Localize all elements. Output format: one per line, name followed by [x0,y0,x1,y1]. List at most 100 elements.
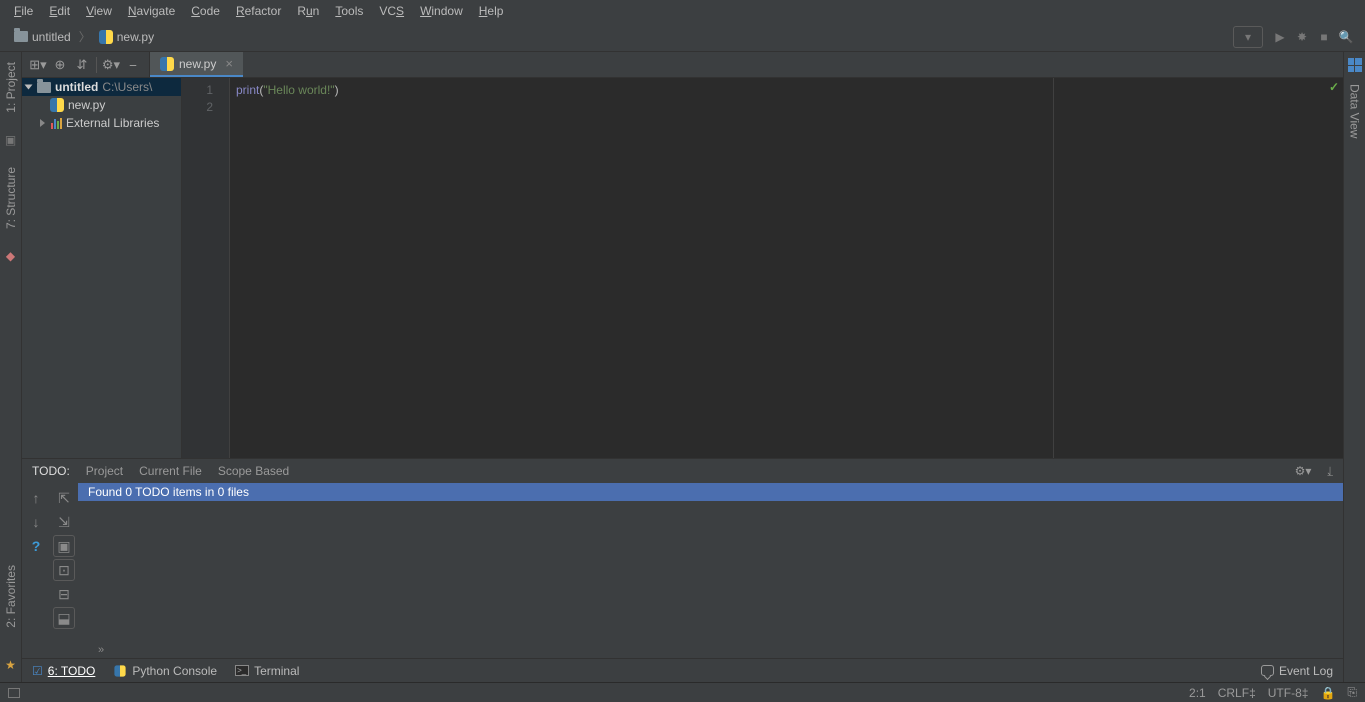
token-paren: ) [335,83,339,97]
run-config-combo[interactable]: ▾ [1233,26,1263,48]
status-toggle-icon[interactable] [8,688,20,698]
inspection-ok-icon[interactable]: ✓ [1329,80,1339,94]
editor-right-margin: ✓ [1053,78,1343,458]
todo-autoscroll-button[interactable]: ▣ [53,535,75,557]
settings-gear-button[interactable]: ⚙▾ [101,55,121,75]
todo-label: TODO: [32,464,70,478]
project-tree[interactable]: untitled C:\Users\ new.py External Libra… [22,78,182,458]
todo-body: ↑ ⇱ ↓ ⇲ ? ▣ ⊡ [22,483,1343,658]
python-file-icon [160,57,174,71]
data-view-icon[interactable] [1348,58,1362,72]
main-area: 1: Project ▣ 7: Structure ◆ 2: Favorites… [0,52,1365,682]
lock-icon[interactable]: 🔒 [1320,686,1335,700]
editor-tab-label: new.py [179,57,216,71]
search-everywhere-button[interactable]: 🔍 [1335,26,1357,48]
todo-modules-button[interactable]: ⊟ [53,583,75,605]
toolwindow-data-view[interactable]: Data View [1348,84,1362,138]
cursor-position[interactable]: 2:1 [1189,686,1206,700]
menu-vcs[interactable]: VCS [371,2,412,20]
folder-icon [37,82,51,93]
menu-code[interactable]: Code [183,2,228,20]
code-area[interactable]: print("Hello world!") [230,78,1053,458]
close-tab-icon[interactable]: × [225,56,233,71]
todo-more-indicator[interactable]: » [78,644,1343,658]
event-log-label: Event Log [1279,664,1333,678]
toolwindow-python-console[interactable]: Python Console [113,664,217,678]
toolwindow-structure[interactable]: 7: Structure [4,167,18,229]
line-number: 2 [182,99,213,116]
todo-tab-row: TODO: Project Current File Scope Based ⚙… [22,459,1343,483]
left-tool-stripe: 1: Project ▣ 7: Structure ◆ 2: Favorites… [0,52,22,682]
editor-tab-row: ⊞▾ ⊕ ⇵ ⚙▾ ⎯ new.py × [22,52,1343,78]
toolwindow-project[interactable]: 1: Project [4,62,18,113]
menu-file[interactable]: File [6,2,41,20]
toolwindow-todo[interactable]: ☑ 6: TODO [32,664,95,678]
file-encoding[interactable]: UTF-8‡ [1268,686,1309,700]
line-separator[interactable]: CRLF‡ [1218,686,1256,700]
menu-help[interactable]: Help [471,2,512,20]
todo-tab-project[interactable]: Project [86,464,123,478]
project-view-combo[interactable]: ⊞▾ [28,55,48,75]
todo-next-button[interactable]: ↓ [25,511,47,533]
status-bar: 2:1 CRLF‡ UTF-8‡ 🔒 ⎘ [0,682,1365,702]
menu-bar: File Edit View Navigate Code Refactor Ru… [0,0,1365,22]
todo-panel: TODO: Project Current File Scope Based ⚙… [22,458,1343,658]
menu-navigate[interactable]: Navigate [120,2,183,20]
menu-edit[interactable]: Edit [41,2,78,20]
todo-group-button[interactable]: ⊡ [53,559,75,581]
todo-expand-button[interactable]: ⇱ [53,487,75,509]
hide-button[interactable]: ⎯ [123,55,143,75]
bottom-tool-bar: ☑ 6: TODO Python Console >_ Terminal Eve… [22,658,1343,682]
todo-tab-current-file[interactable]: Current File [139,464,202,478]
editor-tab-new-py[interactable]: new.py × [150,52,243,77]
structure-icon: ◆ [6,249,15,263]
toolwindow-favorites[interactable]: 2: Favorites [4,565,18,628]
menu-refactor[interactable]: Refactor [228,2,289,20]
todo-settings-gear[interactable]: ⚙▾ [1295,464,1312,478]
run-button[interactable]: ▶ [1269,26,1291,48]
collapse-button[interactable]: ⇵ [72,55,92,75]
debug-button[interactable]: ✸ [1291,26,1313,48]
breadcrumb-project[interactable]: untitled [8,28,77,46]
python-icon [115,665,126,676]
context-icon[interactable]: ⎘ [1347,685,1357,700]
todo-tab-scope[interactable]: Scope Based [218,464,289,478]
tree-external-libraries[interactable]: External Libraries [22,114,181,132]
collapse-icon[interactable] [40,119,45,127]
center-column: ⊞▾ ⊕ ⇵ ⚙▾ ⎯ new.py × untitled C:\Users\ [22,52,1343,682]
breadcrumb-file[interactable]: new.py [93,28,160,46]
folder-icon [14,31,28,42]
code-editor[interactable]: 1 2 print("Hello world!") ✓ [182,78,1343,458]
toolwindow-terminal[interactable]: >_ Terminal [235,664,299,678]
todo-content: Found 0 TODO items in 0 files » [78,483,1343,658]
todo-help-button[interactable]: ? [25,535,47,557]
menu-run[interactable]: Run [289,2,327,20]
tree-root-label: untitled [55,80,98,94]
tree-root-path: C:\Users\ [102,80,152,94]
toolwindow-terminal-label: Terminal [254,664,299,678]
event-log-button[interactable]: Event Log [1261,664,1333,678]
locate-button[interactable]: ⊕ [50,55,70,75]
expand-icon[interactable] [25,85,33,90]
todo-result-row[interactable]: Found 0 TODO items in 0 files [78,483,1343,501]
todo-hide-button[interactable]: ⥙ [1327,464,1333,479]
tree-root[interactable]: untitled C:\Users\ [22,78,181,96]
todo-preview-button[interactable]: ⬓ [53,607,75,629]
todo-collapse-button[interactable]: ⇲ [53,511,75,533]
todo-empty-area [78,501,1343,644]
todo-sidebar: ↑ ⇱ ↓ ⇲ ? ▣ ⊡ [22,483,78,658]
tree-file-new-py[interactable]: new.py [22,96,181,114]
toolbar-divider [96,57,97,73]
toolwindow-todo-label: 6: TODO [48,664,96,678]
token-builtin: print [236,83,259,97]
tree-file-label: new.py [68,98,105,112]
star-icon: ★ [5,658,16,672]
project-icon: ▣ [5,133,16,147]
menu-view[interactable]: View [78,2,120,20]
menu-tools[interactable]: Tools [327,2,371,20]
todo-prev-button[interactable]: ↑ [25,487,47,509]
speech-bubble-icon [1261,665,1274,676]
right-tool-stripe: Data View [1343,52,1365,682]
stop-button[interactable]: ■ [1313,26,1335,48]
menu-window[interactable]: Window [412,2,471,20]
